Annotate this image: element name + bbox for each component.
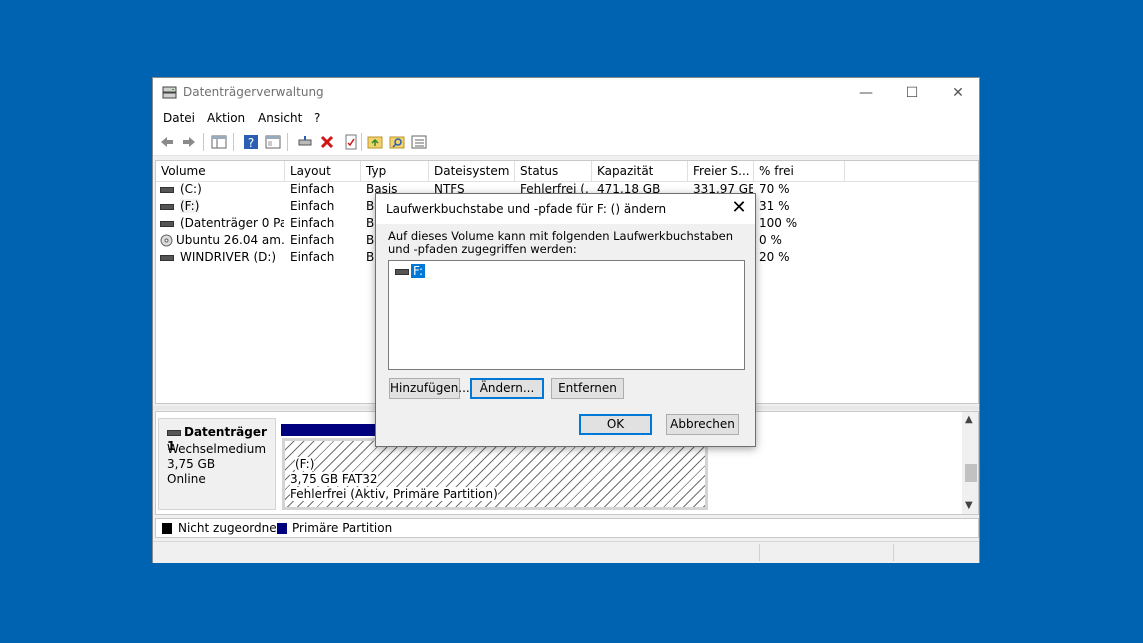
status-bar: [153, 541, 979, 563]
percent-free-cell: 20 %: [759, 250, 790, 264]
percent-free-cell: 100 %: [759, 216, 798, 230]
disk-state: Online: [167, 472, 206, 486]
disk-info-panel[interactable]: Datenträger 1 Wechselmedium 3,75 GB Onli…: [158, 418, 276, 510]
legend-unallocated: Nicht zugeordnet: [178, 521, 282, 535]
title-bar: Datenträgerverwaltung — ☐ ✕: [153, 78, 979, 107]
partition-block[interactable]: (F:) 3,75 GB FAT32 Fehlerfrei (Aktiv, Pr…: [282, 438, 708, 510]
column-header-status[interactable]: Status: [515, 161, 592, 181]
volume-name: (C:): [180, 182, 202, 196]
volume-name: (F:): [180, 199, 200, 213]
dialog-title: Laufwerkbuchstabe und -pfade für F: () ä…: [386, 202, 667, 216]
percent-free-cell: 70 %: [759, 182, 790, 196]
window-title: Datenträgerverwaltung: [183, 85, 324, 99]
dialog-description: Auf dieses Volume kann mit folgenden Lau…: [388, 229, 733, 256]
scrollbar-thumb[interactable]: [965, 464, 977, 482]
ok-button[interactable]: OK: [579, 414, 652, 435]
toolbar-separator: [287, 133, 288, 151]
menu-bar: Datei Aktion Ansicht ?: [153, 107, 979, 129]
drive-icon: [160, 203, 174, 210]
toolbar: ?: [153, 129, 979, 156]
drive-icon: [160, 254, 174, 261]
volume-name: Ubuntu 26.04 am...: [176, 233, 284, 247]
menu-aktion[interactable]: Aktion: [207, 111, 245, 125]
drive-icon: [395, 268, 409, 275]
disk-pane-scrollbar[interactable]: ▲ ▼: [962, 412, 978, 514]
svg-text:?: ?: [248, 136, 254, 150]
toolbar-separator: [203, 133, 204, 151]
percent-free-cell: 31 %: [759, 199, 790, 213]
back-arrow-icon[interactable]: [159, 134, 175, 150]
forward-arrow-icon[interactable]: [181, 134, 197, 150]
menu-help[interactable]: ?: [314, 111, 320, 125]
column-header-prozent-frei[interactable]: % frei: [754, 161, 845, 181]
partition-status: Fehlerfrei (Aktiv, Primäre Partition): [290, 487, 498, 501]
disk-size: 3,75 GB: [167, 457, 216, 471]
change-drive-letter-dialog: Laufwerkbuchstabe und -pfade für F: () ä…: [375, 193, 756, 447]
drive-icon: [160, 220, 174, 227]
maximize-button[interactable]: ☐: [889, 78, 935, 107]
column-header-dateisystem[interactable]: Dateisystem: [429, 161, 515, 181]
cd-drive-icon: [160, 234, 173, 247]
dialog-close-icon[interactable]: ✕: [729, 198, 749, 218]
scroll-up-arrow-icon[interactable]: ▲: [965, 414, 973, 425]
menu-ansicht[interactable]: Ansicht: [258, 111, 302, 125]
drive-icon: [167, 429, 181, 436]
disk-type: Wechselmedium: [167, 442, 267, 456]
cancel-button[interactable]: Abbrechen: [666, 414, 739, 435]
column-header-kapazitaet[interactable]: Kapazität: [592, 161, 688, 181]
menu-datei[interactable]: Datei: [163, 111, 195, 125]
console-tree-icon[interactable]: [211, 134, 227, 150]
close-button[interactable]: ✕: [935, 78, 981, 107]
minimize-button[interactable]: —: [843, 78, 889, 107]
legend-primary: Primäre Partition: [292, 521, 393, 535]
properties-icon[interactable]: [265, 134, 281, 150]
layout-cell: Einfach: [290, 216, 335, 230]
layout-cell: Einfach: [290, 250, 335, 264]
delete-icon[interactable]: [319, 134, 335, 150]
folder-search-icon[interactable]: [389, 134, 405, 150]
layout-cell: Einfach: [290, 199, 335, 213]
column-header-freier-speicher[interactable]: Freier S...: [688, 161, 754, 181]
legend-bar: Nicht zugeordnet Primäre Partition: [155, 518, 979, 538]
toolbar-separator: [233, 133, 234, 151]
change-button[interactable]: Ändern...: [470, 378, 544, 399]
drive-letter-label: F:: [411, 264, 426, 278]
column-header-typ[interactable]: Typ: [361, 161, 429, 181]
list-item[interactable]: F:: [395, 264, 426, 280]
remove-button[interactable]: Entfernen: [551, 378, 624, 399]
toolbar-separator: [361, 133, 362, 151]
layout-cell: Einfach: [290, 182, 335, 196]
column-header-volume[interactable]: Volume: [156, 161, 285, 181]
checklist-icon[interactable]: [343, 134, 359, 150]
dialog-title-bar: Laufwerkbuchstabe und -pfade für F: () ä…: [376, 194, 755, 224]
drive-path-list[interactable]: F:: [388, 260, 745, 370]
primary-swatch: [277, 523, 287, 534]
add-button[interactable]: Hinzufügen...: [389, 378, 470, 399]
layout-cell: Einfach: [290, 233, 335, 247]
connect-disk-icon[interactable]: [297, 134, 313, 150]
folder-up-icon[interactable]: [367, 134, 383, 150]
volume-name: WINDRIVER (D:): [180, 250, 277, 264]
status-divider: [893, 544, 894, 561]
status-divider: [759, 544, 760, 561]
list-view-icon[interactable]: [411, 134, 427, 150]
scroll-down-arrow-icon[interactable]: ▼: [965, 500, 973, 511]
unallocated-swatch: [162, 523, 172, 534]
column-header-layout[interactable]: Layout: [285, 161, 361, 181]
disk-management-app-icon: [162, 86, 177, 99]
percent-free-cell: 0 %: [759, 233, 782, 247]
partition-size-fs: 3,75 GB FAT32: [290, 472, 378, 486]
help-icon[interactable]: ?: [243, 134, 259, 150]
volume-name: (Datenträger 0 Par...: [180, 216, 284, 230]
partition-label: (F:): [295, 457, 315, 471]
drive-icon: [160, 186, 174, 193]
